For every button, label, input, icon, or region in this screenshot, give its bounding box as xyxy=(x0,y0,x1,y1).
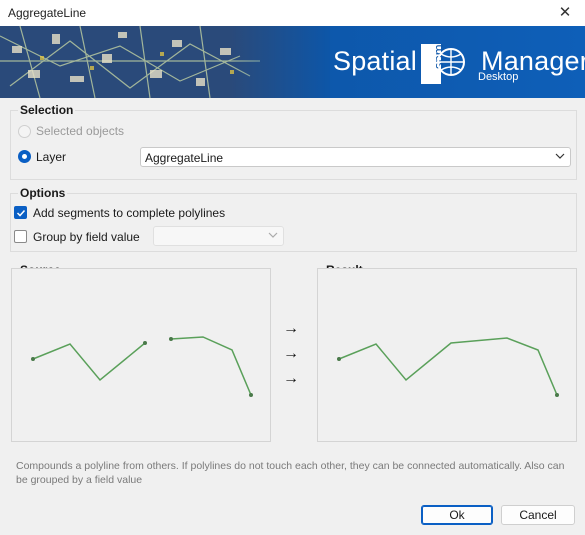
description-text: Compounds a polyline from others. If pol… xyxy=(16,460,565,486)
layer-label: Layer xyxy=(36,150,67,164)
header-banner: Spatial spm Manager Desktop xyxy=(0,26,585,98)
arrow-icon: → xyxy=(283,370,299,387)
arrow-icon: → xyxy=(283,345,299,362)
layer-radio[interactable] xyxy=(18,150,31,163)
selection-group-title: Selection xyxy=(18,103,76,117)
group-by-checkbox[interactable] xyxy=(14,230,27,243)
chevron-down-icon xyxy=(555,153,565,159)
source-polyline-2 xyxy=(170,336,252,396)
title-bar: AggregateLine ✕ xyxy=(0,0,585,26)
result-polyline-diagram xyxy=(337,337,559,397)
arrow-icon: → xyxy=(283,320,299,337)
source-polyline-1 xyxy=(32,342,146,382)
selected-objects-radio[interactable] xyxy=(18,125,31,138)
result-polyline xyxy=(338,337,558,396)
ok-button[interactable]: Ok xyxy=(421,505,493,525)
spm-globe-icon: spm xyxy=(421,44,465,84)
cancel-button[interactable]: Cancel xyxy=(501,505,575,525)
selection-group xyxy=(10,110,577,180)
brand-word-left: Spatial xyxy=(333,46,417,76)
brand-logo: Spatial spm Manager Desktop xyxy=(333,40,585,88)
chevron-down-icon xyxy=(268,232,278,238)
group-by-field-select[interactable] xyxy=(153,226,284,246)
result-panel xyxy=(317,268,577,442)
city-map-image xyxy=(0,26,330,98)
window-title: AggregateLine xyxy=(8,6,87,20)
selected-objects-label: Selected objects xyxy=(36,124,125,138)
checkmark-icon xyxy=(16,209,26,217)
layer-select[interactable]: AggregateLine xyxy=(140,147,571,167)
layer-select-value: AggregateLine xyxy=(145,151,224,165)
brand-subtitle: Desktop xyxy=(478,71,519,83)
close-icon[interactable]: ✕ xyxy=(553,2,577,24)
options-group-title: Options xyxy=(18,186,68,200)
group-by-label: Group by field value xyxy=(33,230,140,244)
source-polylines-diagram xyxy=(31,336,253,397)
add-segments-label: Add segments to complete polylines xyxy=(33,206,226,220)
source-panel xyxy=(11,268,271,442)
add-segments-checkbox[interactable] xyxy=(14,206,27,219)
